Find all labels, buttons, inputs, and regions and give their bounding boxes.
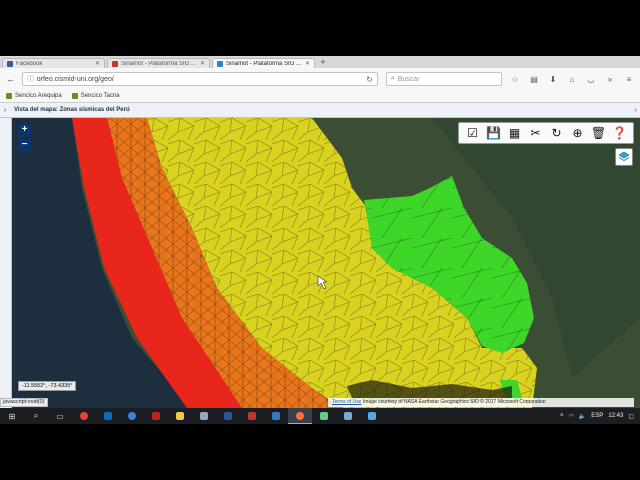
bookmark-label: Sencico Tacna [80,93,120,99]
chevron-right-icon[interactable]: › [635,107,637,114]
zoom-out-button[interactable]: − [18,139,31,152]
clock[interactable]: 12:43 [608,413,623,420]
chevron-up-icon[interactable]: ˄ [560,413,564,419]
bookmarks-bar: Sencico Arequipa Sencico Tacna [0,90,640,103]
info-icon[interactable]: ⓘ [27,74,34,84]
map-toolbar: ☑ 💾 ▦ ✂ ↻ ⊕ 🗑 ❓ [458,122,634,144]
chrome-icon[interactable] [72,408,96,424]
tab-active[interactable]: Sinamot - Plataforma SIG ... ✕ [212,58,315,68]
library-icon[interactable]: ▤ [527,72,541,86]
map-header: › Vista del mapa: Zonas sísmicas del Per… [0,103,640,118]
chevron-right-icon[interactable]: › [0,107,10,114]
reload-icon[interactable]: ↻ [366,75,373,84]
zoom-in-button[interactable]: + [18,124,31,137]
map-canvas[interactable] [12,118,640,408]
app-icon[interactable] [336,408,360,424]
outlook-icon[interactable] [96,408,120,424]
bookmark-star-icon[interactable]: ☆ [508,72,522,86]
layers-icon [618,151,630,161]
app-icon[interactable] [360,408,384,424]
tab-strip: Facebook ✕ Sinamot - Plataforma SIG ... … [0,56,640,68]
browser-toolbar: ☆ ▤ ⬇ ⌂ ◡ » ≡ [508,72,636,86]
search-icon[interactable]: ⌕ [24,408,48,424]
page-title: Vista del mapa: Zonas sísmicas del Perú [14,107,130,113]
pocket-icon[interactable]: ◡ [584,72,598,86]
app-icon[interactable] [192,408,216,424]
notifications-icon[interactable]: ▢ [628,413,634,420]
app-icon[interactable] [264,408,288,424]
terms-of-use-link[interactable]: Terms of Use [332,399,361,405]
firefox-icon[interactable] [288,408,312,424]
navigation-bar: ← ⓘ orfeo.cismid-uni.org/geo/ ↻ ⌕ Buscar… [0,68,640,90]
coordinate-readout: -11.5552°, -73.4335° [18,381,77,391]
bookmark-label: Sencico Arequipa [15,93,62,99]
back-button[interactable]: ← [4,72,18,86]
address-bar[interactable]: ⓘ orfeo.cismid-uni.org/geo/ ↻ [21,72,378,86]
close-icon[interactable]: ✕ [200,60,205,67]
refresh-icon[interactable]: ↻ [548,124,566,142]
side-panel-collapsed[interactable] [0,118,12,408]
app-icon[interactable] [312,408,336,424]
map-attribution: Terms of Use Image courtesy of NASA Eart… [328,398,634,407]
bookmark-item[interactable]: Sencico Arequipa [6,93,62,99]
facebook-icon [7,60,13,67]
tab-sinamot[interactable]: Sinamot - Plataforma SIG ... ✕ [107,58,210,68]
extensions-icon[interactable]: » [603,72,617,86]
tab-label: Sinamot - Plataforma SIG ... [226,60,302,67]
download-icon[interactable]: ⬇ [546,72,560,86]
help-icon[interactable]: ❓ [611,124,629,142]
tab-label: Sinamot - Plataforma SIG ... [121,60,197,67]
save-icon[interactable]: 💾 [485,124,503,142]
site-favicon-icon [112,60,118,67]
task-view-icon[interactable]: ▭ [48,408,72,424]
map-view[interactable]: + − ☑ 💾 ▦ ✂ ↻ ⊕ 🗑 ❓ -11.5552°, -73.4335°… [0,118,640,408]
new-tab-button[interactable]: + [318,58,328,68]
print-icon[interactable]: ▦ [506,124,524,142]
url-text: orfeo.cismid-uni.org/geo/ [36,75,114,83]
home-icon[interactable]: ⌂ [565,72,579,86]
close-icon[interactable]: ✕ [95,60,100,67]
language-indicator[interactable]: ESP [591,413,603,419]
bookmark-icon [71,93,78,99]
acrobat-icon[interactable] [144,408,168,424]
powerpoint-icon[interactable] [240,408,264,424]
letterbox-top [0,0,640,56]
word-icon[interactable] [216,408,240,424]
site-favicon-icon [217,60,223,67]
zoom-control: + − [18,124,32,152]
add-layer-icon[interactable]: ⊕ [569,124,587,142]
letterbox-bottom [0,424,640,480]
measure-icon[interactable]: ✂ [527,124,545,142]
edge-icon[interactable] [120,408,144,424]
search-input[interactable]: ⌕ Buscar [385,72,502,86]
bookmark-icon [6,93,12,99]
search-placeholder: Buscar [397,75,420,83]
layers-button[interactable] [615,148,633,166]
os-taskbar: ⊞ ⌕ ▭ ˄ ◠ 🔈 ESP 12:43 ▢ [0,408,640,424]
attribution-text: Image courtesy of NASA Earthstar Geograp… [362,399,546,405]
tab-facebook[interactable]: Facebook ✕ [2,58,105,68]
search-icon: ⌕ [390,75,395,82]
system-tray: ˄ ◠ 🔈 ESP 12:43 ▢ [560,413,640,420]
tab-label: Facebook [16,60,43,67]
status-bar-link: javascript:void(0) [0,398,48,407]
checkbox-icon[interactable]: ☑ [464,124,482,142]
volume-icon[interactable]: 🔈 [579,413,586,420]
close-icon[interactable]: ✕ [305,60,310,67]
bookmark-item[interactable]: Sencico Tacna [71,93,120,99]
menu-icon[interactable]: ≡ [622,72,636,86]
file-explorer-icon[interactable] [168,408,192,424]
network-icon[interactable]: ◠ [569,413,574,420]
delete-icon[interactable]: 🗑 [590,124,608,142]
windows-start-icon[interactable]: ⊞ [0,408,24,424]
